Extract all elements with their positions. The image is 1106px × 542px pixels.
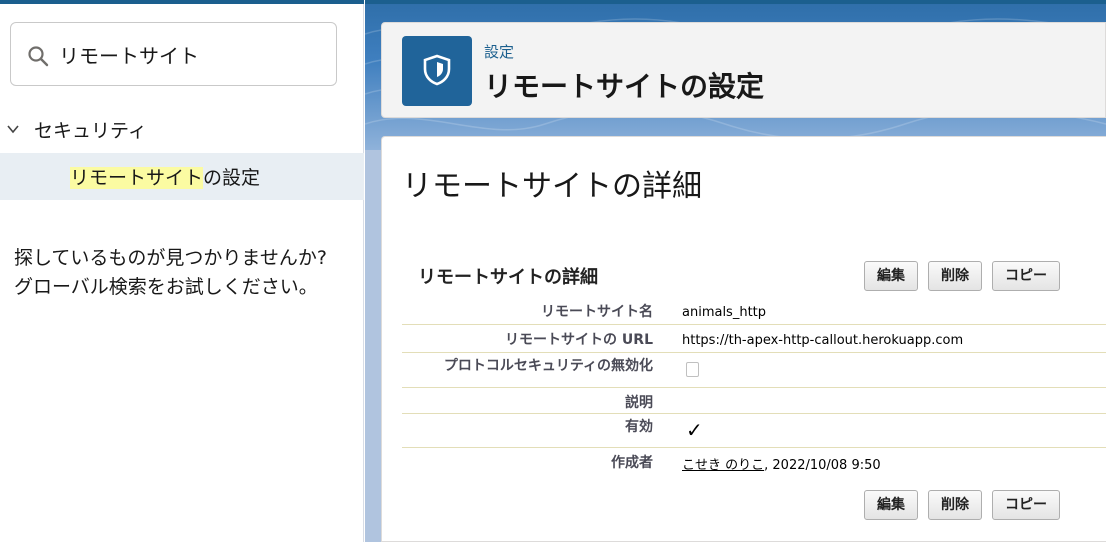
field-label-active: 有効	[625, 419, 653, 435]
field-row-created-by: 作成者 こせき のりこ, 2022/10/08 9:50	[402, 448, 1106, 478]
created-by-date: , 2022/10/08 9:50	[764, 458, 881, 473]
field-row-disable-protocol: プロトコルセキュリティの無効化	[402, 353, 1106, 388]
tree-item-security-label: セキュリティ	[34, 120, 147, 142]
chevron-down-icon[interactable]	[6, 122, 20, 136]
page-title: リモートサイトの設定	[484, 70, 765, 103]
delete-button-bottom[interactable]: 削除	[928, 490, 982, 520]
field-row-active: 有効 ✓	[402, 414, 1106, 448]
field-row-name: リモートサイト名 animals_http	[402, 297, 1106, 325]
detail-panel: リモートサイトの詳細 リモートサイトの詳細 編集 削除 コピー リモートサイト名…	[381, 136, 1106, 542]
field-label-description: 説明	[625, 395, 653, 411]
detail-section-title: リモートサイトの詳細	[418, 267, 598, 288]
copy-button[interactable]: コピー	[992, 261, 1060, 291]
field-label-created-by: 作成者	[611, 455, 653, 471]
tree-item-remote-site-settings-label: リモートサイトの設定	[70, 163, 260, 190]
field-row-url: リモートサイトの URL https://th-apex-http-callou…	[402, 325, 1106, 353]
detail-page-title: リモートサイトの詳細	[402, 169, 702, 204]
field-value-url: https://th-apex-http-callout.herokuapp.c…	[682, 333, 964, 348]
created-by-user-link[interactable]: こせき のりこ	[682, 458, 764, 473]
page-header: 設定 リモートサイトの設定	[381, 22, 1106, 118]
delete-button[interactable]: 削除	[928, 261, 982, 291]
field-value-name: animals_http	[682, 305, 767, 320]
tree-item-security[interactable]: セキュリティ	[0, 110, 364, 146]
field-row-description: 説明	[402, 388, 1106, 414]
field-label-disable-protocol: プロトコルセキュリティの無効化	[443, 358, 653, 374]
detail-table: リモートサイト名 animals_http リモートサイトの URL https…	[402, 297, 1106, 478]
tree-item-label-rest: の設定	[203, 167, 261, 189]
copy-button-bottom[interactable]: コピー	[992, 490, 1060, 520]
not-found-line-2: グローバル検索をお試しください。	[14, 276, 318, 298]
setup-sidebar: セキュリティ リモートサイトの設定 探しているものが見つかりませんか? グローバ…	[0, 0, 364, 542]
breadcrumb[interactable]: 設定	[484, 41, 514, 62]
header-icon-tile	[402, 36, 472, 106]
edit-button-bottom[interactable]: 編集	[864, 490, 918, 520]
quick-find-box[interactable]	[10, 22, 337, 86]
field-label-name: リモートサイト名	[541, 304, 653, 320]
not-found-message: 探しているものが見つかりませんか? グローバル検索をお試しください。	[14, 244, 354, 302]
tree-item-remote-site-settings[interactable]: リモートサイトの設定	[0, 153, 364, 200]
checkmark-icon: ✓	[686, 418, 703, 442]
disable-protocol-checkbox	[686, 362, 699, 377]
edit-button[interactable]: 編集	[864, 261, 918, 291]
field-label-url: リモートサイトの URL	[505, 332, 653, 348]
shield-icon	[423, 54, 451, 86]
search-match-highlight: リモートサイト	[70, 167, 204, 189]
not-found-line-1: 探しているものが見つかりませんか?	[14, 247, 327, 269]
field-value-created-by: こせき のりこ, 2022/10/08 9:50	[682, 454, 881, 473]
sidebar-top-bar	[0, 0, 364, 4]
quick-find-input[interactable]	[59, 37, 319, 71]
search-icon	[28, 46, 49, 67]
